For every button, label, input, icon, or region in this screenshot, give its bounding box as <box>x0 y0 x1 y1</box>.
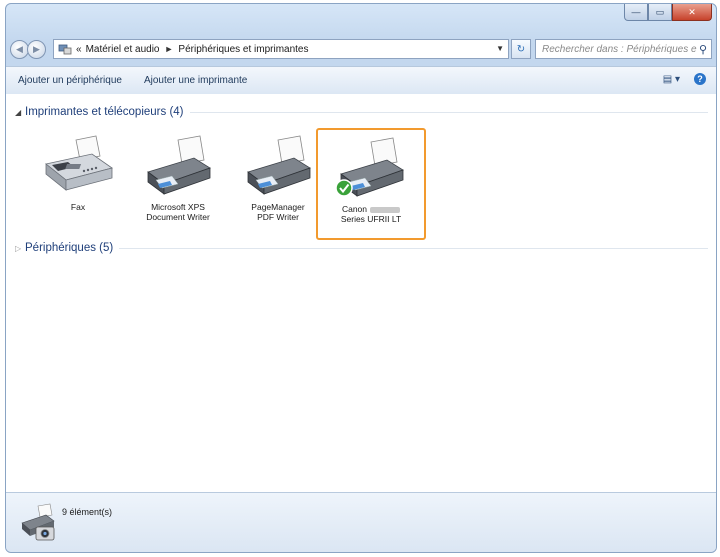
devices-content-pane: ◢ Imprimantes et télécopieurs (4) Fax Mi… <box>6 94 716 492</box>
expand-arrow-icon[interactable]: ▷ <box>15 244 25 253</box>
printer-icon <box>247 135 311 195</box>
refresh-button[interactable]: ↻ <box>511 39 531 59</box>
device-canon-selected[interactable]: Canon Series UFRII LT <box>316 128 426 240</box>
printer-icon <box>147 135 211 195</box>
breadcrumb-separator-icon[interactable]: ► <box>165 44 174 54</box>
title-bar: — ▭ ✕ <box>6 4 716 34</box>
fax-icon <box>45 135 113 191</box>
command-bar-right: ▤ ▾ ? <box>663 73 706 85</box>
collapse-arrow-icon[interactable]: ◢ <box>15 108 25 117</box>
group-header-printers[interactable]: ◢ Imprimantes et télécopieurs (4) <box>15 106 708 118</box>
device-microsoft-xps[interactable]: Microsoft XPS Document Writer <box>126 134 230 236</box>
search-box[interactable]: ⚲ <box>535 39 712 59</box>
breadcrumb-hardware-audio[interactable]: Matériel et audio <box>86 44 160 55</box>
details-pane: 9 élément(s) <box>6 492 716 552</box>
breadcrumb-devices-printers[interactable]: Périphériques et imprimantes <box>178 44 308 55</box>
group-divider <box>119 247 708 249</box>
device-pagemanager[interactable]: PageManager PDF Writer <box>226 134 330 236</box>
help-icon[interactable]: ? <box>694 73 706 85</box>
add-printer-button[interactable]: Ajouter une imprimante <box>144 75 247 86</box>
forward-button[interactable]: ▶ <box>27 39 46 59</box>
minimize-button[interactable]: — <box>624 4 648 21</box>
caption-buttons: — ▭ ✕ <box>624 4 712 21</box>
command-bar: Ajouter un périphérique Ajouter une impr… <box>6 66 716 95</box>
device-label: Fax <box>70 202 86 212</box>
address-dropdown-icon[interactable]: ▼ <box>496 44 504 53</box>
refresh-icon: ↻ <box>516 43 526 55</box>
navigation-row: ◀ ▶ « Matériel et audio ► Périphériques … <box>10 37 712 61</box>
explorer-window: — ▭ ✕ ◀ ▶ « Matériel et audio ► Périphér… <box>5 3 717 553</box>
device-label: Canon Series UFRII LT <box>340 204 402 224</box>
redacted-model <box>370 206 401 213</box>
item-count: 9 élément(s) <box>62 507 113 517</box>
add-device-button[interactable]: Ajouter un périphérique <box>18 75 122 86</box>
group-title-printers: Imprimantes et télécopieurs (4) <box>25 106 184 118</box>
device-label: Microsoft XPS Document Writer <box>146 202 210 222</box>
search-icon[interactable]: ⚲ <box>699 43 707 56</box>
change-view-icon[interactable]: ▤ ▾ <box>663 74 680 85</box>
devices-printers-icon <box>58 44 72 54</box>
maximize-button[interactable]: ▭ <box>648 4 672 21</box>
close-button[interactable]: ✕ <box>672 4 712 21</box>
device-fax[interactable]: Fax <box>26 134 130 236</box>
search-input[interactable] <box>540 42 699 56</box>
group-title-devices: Périphériques (5) <box>25 242 114 254</box>
group-divider <box>189 111 708 113</box>
default-printer-check-icon <box>335 179 353 197</box>
printer-icon <box>335 137 404 197</box>
group-header-devices[interactable]: ▷ Périphériques (5) <box>15 242 708 254</box>
breadcrumb-overflow[interactable]: « <box>76 44 82 55</box>
address-bar[interactable]: « Matériel et audio ► Périphériques et i… <box>53 39 509 59</box>
devices-summary-icon <box>21 503 55 541</box>
device-label: PageManager PDF Writer <box>251 202 305 222</box>
